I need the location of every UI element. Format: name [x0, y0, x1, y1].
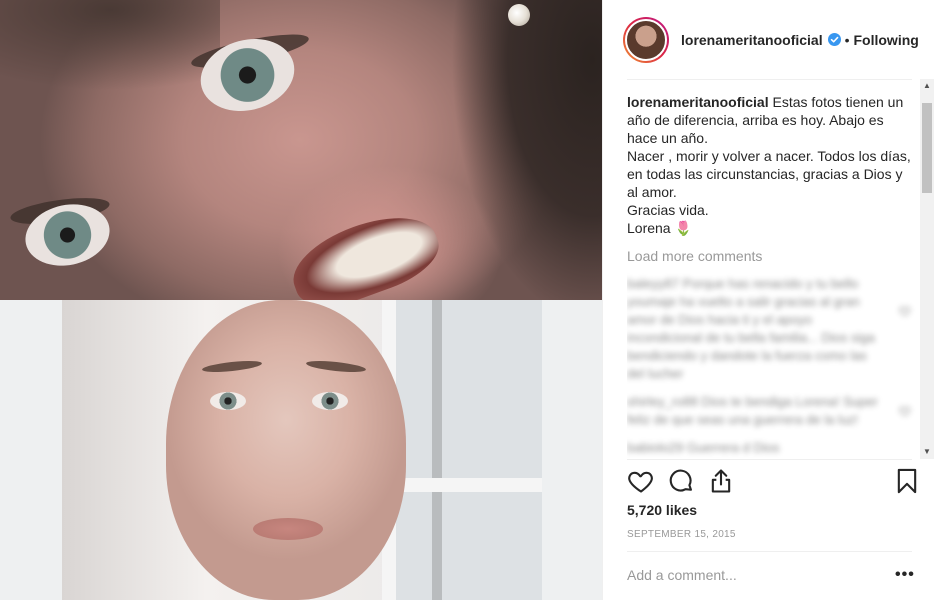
post-side-panel: lorenameritanooficial • Following lorena… — [602, 0, 934, 600]
more-options-button[interactable]: ••• — [895, 566, 915, 584]
caption-line: Gracias vida. — [627, 202, 709, 218]
mouth-shape — [282, 201, 448, 300]
comments-list[interactable]: lorenameritanooficial Estas fotos tienen… — [627, 93, 917, 458]
add-comment-input[interactable] — [627, 564, 867, 586]
avatar[interactable] — [623, 16, 669, 63]
eye-shape — [312, 392, 348, 410]
bookmark-icon[interactable] — [893, 467, 921, 495]
head-shape — [166, 300, 406, 600]
bottom-photo — [62, 300, 542, 600]
comment-text: baleyy87 Porque has renacido y tu bello … — [627, 276, 875, 381]
header-separator: • — [844, 31, 850, 48]
eye-shape — [210, 392, 246, 410]
caption: lorenameritanooficial Estas fotos tienen… — [627, 93, 917, 237]
verified-badge-icon — [827, 33, 841, 46]
caption-line: Nacer , morir y volver a nacer. Todos lo… — [627, 148, 911, 200]
top-photo — [0, 0, 602, 300]
divider — [627, 459, 912, 460]
earring-shape — [508, 4, 530, 26]
comment-like-heart-icon[interactable] — [899, 305, 911, 317]
heart-icon[interactable] — [627, 467, 655, 495]
comments-scrollbar[interactable]: ▲ ▼ — [920, 79, 934, 459]
scrollbar-thumb[interactable] — [922, 103, 932, 193]
header-username[interactable]: lorenameritanooficial — [681, 32, 823, 48]
comment-item: shirley_ro88 Dios te bendiga Lorena! Sup… — [627, 393, 917, 429]
share-icon[interactable] — [707, 467, 735, 495]
scroll-down-arrow-icon[interactable]: ▼ — [920, 445, 934, 459]
window-frame — [382, 300, 542, 600]
comment-item: babiolo29 Guerrera d Dios — [627, 439, 917, 457]
following-button[interactable]: Following — [854, 32, 919, 48]
comment-bubble-icon[interactable] — [667, 467, 695, 495]
post-date[interactable]: SEPTEMBER 15, 2015 — [627, 529, 736, 540]
caption-username[interactable]: lorenameritanooficial — [627, 94, 769, 110]
comment-text: babiolo29 Guerrera d Dios — [627, 440, 780, 455]
divider — [627, 551, 912, 552]
likes-count[interactable]: 5,720 likes — [627, 502, 697, 518]
scroll-up-arrow-icon[interactable]: ▲ — [920, 79, 934, 93]
post-header: lorenameritanooficial • Following — [603, 0, 934, 79]
comment-like-heart-icon[interactable] — [899, 405, 911, 417]
avatar-image — [625, 18, 667, 61]
caption-line: Lorena 🌷 — [627, 220, 692, 236]
comment-item: baleyy87 Porque has renacido y tu bello … — [627, 275, 917, 383]
comment-text: shirley_ro88 Dios te bendiga Lorena! Sup… — [627, 394, 878, 427]
lips-shape — [253, 518, 323, 540]
load-more-comments-link[interactable]: Load more comments — [627, 247, 917, 265]
divider — [627, 79, 912, 80]
action-bar — [627, 467, 917, 497]
post-image-area[interactable] — [0, 0, 602, 600]
